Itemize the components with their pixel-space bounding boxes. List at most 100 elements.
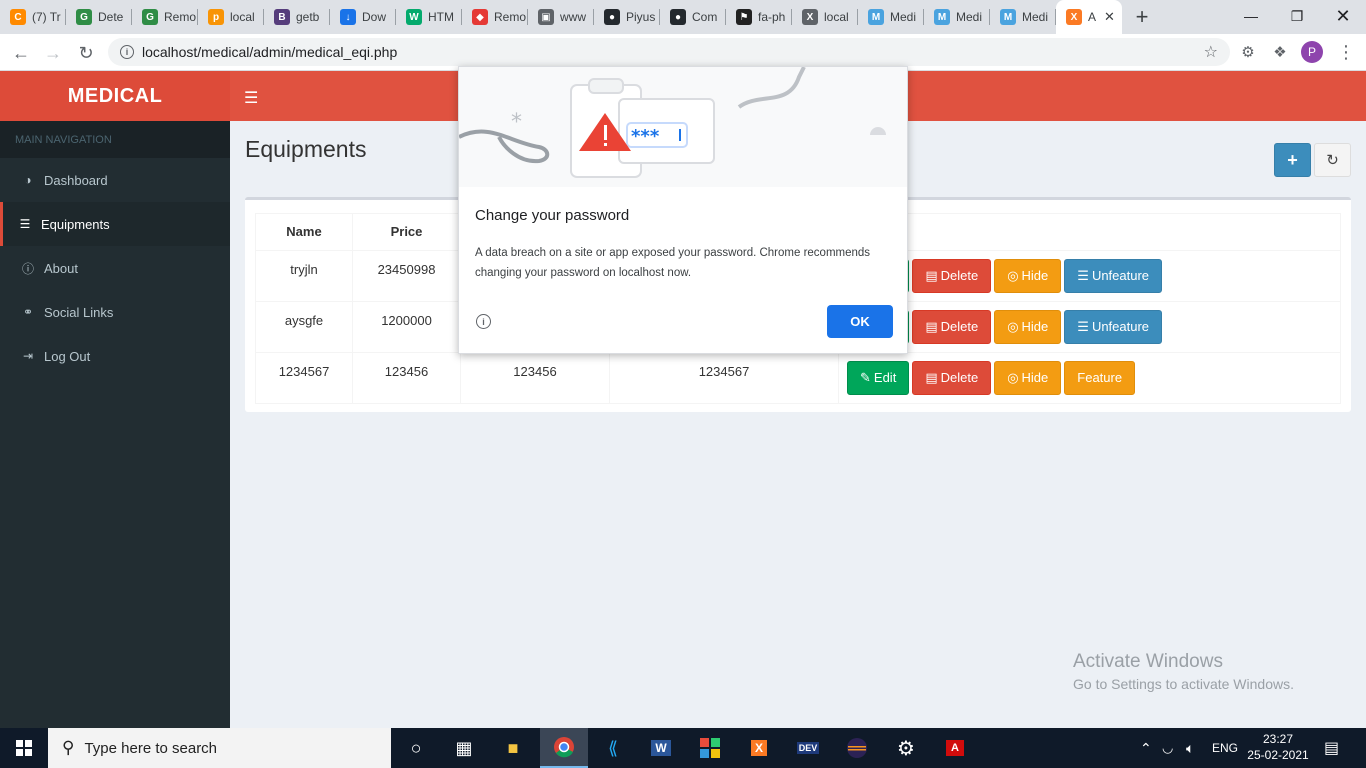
reload-button[interactable]: ↻	[73, 40, 99, 66]
browser-tab[interactable]: G Remo	[132, 0, 198, 34]
new-tab-button[interactable]: +	[1122, 0, 1162, 34]
chrome-taskbar-icon[interactable]	[540, 728, 588, 768]
browser-tab[interactable]: ● Com	[660, 0, 726, 34]
brand-logo[interactable]: MEDICAL	[0, 71, 230, 121]
notification-center-icon[interactable]: ▤	[1324, 728, 1339, 768]
volume-icon[interactable]: 🔈︎	[1186, 728, 1194, 768]
delete-button[interactable]: ▤ Delete	[912, 361, 992, 395]
refresh-button[interactable]: ↻	[1314, 143, 1351, 177]
bug-extension-icon[interactable]: ⚙	[1238, 42, 1258, 62]
browser-tab[interactable]: Bgetb	[264, 0, 330, 34]
browser-tab[interactable]: M Medi	[990, 0, 1056, 34]
acrobat-icon[interactable]: A	[931, 728, 979, 768]
file-explorer-icon[interactable]: ■	[489, 728, 537, 768]
close-window-button[interactable]: ✕	[1320, 0, 1366, 32]
tab-label: HTM	[428, 10, 454, 24]
restore-button[interactable]: ❐	[1274, 0, 1320, 32]
trash-icon: ▤	[925, 370, 938, 385]
add-equipment-button[interactable]: +	[1274, 143, 1311, 177]
cell-price: 1200000	[352, 301, 461, 353]
browser-tab[interactable]: C (7) Tr	[0, 0, 66, 34]
eye-slash-icon: ◎	[1007, 370, 1019, 385]
eye-slash-icon: ◎	[1007, 319, 1019, 334]
wifi-icon[interactable]: ◡	[1162, 728, 1173, 768]
address-bar[interactable]: i localhost/medical/admin/medical_eqi.ph…	[108, 38, 1230, 66]
cell-name: 1234567	[255, 352, 353, 404]
word-icon[interactable]: W	[637, 728, 685, 768]
task-view-icon[interactable]: ▦	[440, 728, 488, 768]
browser-tab[interactable]: ↓ Dow	[330, 0, 396, 34]
eclipse-icon[interactable]	[833, 728, 881, 768]
back-button[interactable]: ←	[8, 40, 34, 66]
browser-tab[interactable]: ● Piyus	[594, 0, 660, 34]
sidebar-item-social-links[interactable]: ⚭ Social Links	[0, 290, 230, 334]
minimize-button[interactable]: —	[1228, 0, 1274, 32]
dialog-ok-button[interactable]: OK	[827, 305, 893, 338]
tab-label: local	[230, 10, 255, 24]
site-info-icon[interactable]: i	[120, 45, 134, 59]
sidebar-item-about[interactable]: ⓘ About	[0, 246, 230, 290]
browser-tab[interactable]: Xlocal	[792, 0, 858, 34]
sidebar-item-dashboard[interactable]: ◑ Dashboard	[0, 158, 230, 202]
column-header-actions	[838, 213, 1341, 251]
github-icon: ●	[604, 9, 620, 25]
medical-icon: M	[934, 9, 950, 25]
tab-close-icon[interactable]: ✕	[1104, 9, 1115, 25]
settings-gear-icon[interactable]: ⚙	[882, 728, 930, 768]
browser-tab[interactable]: ⚑ fa-ph	[726, 0, 792, 34]
browser-tab[interactable]: W HTM	[396, 0, 462, 34]
tab-label: Medi	[1022, 10, 1049, 24]
cortana-icon[interactable]: ○	[392, 728, 440, 768]
browser-tab[interactable]: G Dete	[66, 0, 132, 34]
cell-price: 123456	[352, 352, 461, 404]
feature-button[interactable]: Feature	[1064, 361, 1136, 395]
office-apps-icon[interactable]	[686, 728, 734, 768]
profile-avatar[interactable]: P	[1301, 41, 1323, 63]
sidebar-item-log-out[interactable]: ⇥ Log Out	[0, 334, 230, 378]
dialog-illustration: * ***	[459, 67, 907, 187]
devcpp-icon[interactable]: DEV	[784, 728, 832, 768]
unfeature-button[interactable]: ☰ Unfeature	[1064, 310, 1163, 344]
taskbar-search-input[interactable]: ⚲ Type here to search	[48, 728, 391, 768]
unfeature-button[interactable]: ☰ Unfeature	[1064, 259, 1163, 293]
tab-label: getb	[296, 10, 320, 24]
hide-button[interactable]: ◎ Hide	[994, 259, 1062, 293]
xampp-icon: X	[1066, 9, 1082, 25]
browser-tabstrip: C (7) Tr G Dete G Remo p local Bgetb ↓ Dow W HTM ◆ Rem…	[0, 0, 1366, 34]
unfeature-button-label: Unfeature	[1091, 268, 1150, 283]
browser-menu-icon[interactable]: ⋮	[1336, 42, 1356, 62]
bookmark-star-icon[interactable]: ☆	[1204, 42, 1218, 62]
delete-button[interactable]: ▤ Delete	[912, 310, 992, 344]
forward-button[interactable]: →	[40, 40, 66, 66]
edit-button[interactable]: ✎Edit	[847, 361, 910, 395]
diamond-icon: ◆	[472, 9, 488, 25]
language-indicator[interactable]: ENG	[1212, 728, 1238, 768]
hide-button[interactable]: ◎ Hide	[994, 310, 1062, 344]
hide-button[interactable]: ◎ Hide	[994, 361, 1062, 395]
browser-tab[interactable]: ◆ Remo	[462, 0, 528, 34]
cell-c4: 1234567	[609, 352, 839, 404]
github-icon: ●	[670, 9, 686, 25]
tab-label: (7) Tr	[32, 10, 61, 24]
sidebar-item-equipments[interactable]: ☰ Equipments	[0, 202, 230, 246]
dialog-info-icon[interactable]: i	[476, 314, 491, 329]
browser-tab[interactable]: M Medi	[924, 0, 990, 34]
lock-icon: ▣	[538, 9, 554, 25]
windows-start-icon[interactable]	[0, 728, 48, 768]
xampp-icon[interactable]: X	[735, 728, 783, 768]
system-clock[interactable]: 23:27 25-02-2021	[1240, 731, 1316, 763]
phpmyadmin-icon: p	[208, 9, 224, 25]
medical-icon: M	[868, 9, 884, 25]
browser-tab[interactable]: M Medi	[858, 0, 924, 34]
tab-label: Piyus	[626, 10, 656, 24]
tray-chevron-icon[interactable]: ⌃	[1140, 728, 1152, 768]
vscode-icon[interactable]: ⟪	[589, 728, 637, 768]
browser-tab[interactable]: ▣ www	[528, 0, 594, 34]
medical-icon: M	[1000, 9, 1016, 25]
browser-tab[interactable]: p local	[198, 0, 264, 34]
browser-tab[interactable]: X A ✕	[1056, 0, 1122, 34]
extensions-puzzle-icon[interactable]: ❖	[1270, 42, 1290, 62]
delete-button-label: Delete	[940, 268, 979, 283]
delete-button[interactable]: ▤ Delete	[912, 259, 992, 293]
sidebar-toggle-icon[interactable]: ☰	[244, 88, 258, 108]
